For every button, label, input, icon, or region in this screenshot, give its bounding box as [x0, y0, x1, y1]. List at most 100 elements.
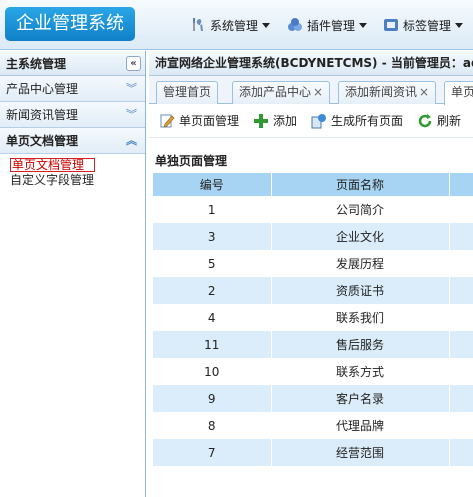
cell-id: 10 [153, 358, 272, 385]
cell-id: 3 [153, 223, 272, 250]
breadcrumb: 沛宣网络企业管理系统(BCDYNETCMS) - 当前管理员：admin [149, 51, 473, 76]
sidebar-group-label: 单页文档管理 [6, 134, 79, 148]
cell-extra [449, 223, 473, 250]
caret-down-icon [262, 22, 271, 28]
menu-plugin-label: 插件管理 [307, 18, 356, 33]
cell-id: 4 [153, 304, 272, 331]
sidebar-subitems: 单页文档管理 自定义字段管理 [0, 154, 145, 190]
cell-page-name[interactable]: 代理品牌 [271, 412, 450, 439]
sidebar-item-custom-fields[interactable]: 自定义字段管理 [10, 172, 145, 190]
sidebar: 主系统管理 « 产品中心管理 ︾ 新闻资讯管理 ︾ 单页文档管理 ︽ 单页文档管… [0, 51, 146, 497]
table-row[interactable]: 11 售后服务 [153, 331, 473, 358]
cell-extra [449, 196, 473, 223]
sidebar-group-news[interactable]: 新闻资讯管理 ︾ [0, 102, 145, 128]
cell-page-name[interactable]: 联系我们 [271, 304, 450, 331]
edit-page-icon [160, 114, 175, 127]
main-panel: 沛宣网络企业管理系统(BCDYNETCMS) - 当前管理员：admin 管理首… [149, 51, 473, 497]
section-title: 单独页面管理 [155, 154, 228, 168]
close-icon[interactable]: × [419, 85, 429, 99]
sidebar-group-single-pages[interactable]: 单页文档管理 ︽ [0, 128, 145, 154]
table-row[interactable]: 9 客户名录 [153, 385, 473, 412]
cell-extra [449, 412, 473, 439]
table-row[interactable]: 5 发展历程 [153, 250, 473, 277]
sidebar-item-single-page-docs[interactable]: 单页文档管理 [10, 158, 96, 172]
generate-icon [311, 113, 327, 128]
cell-page-name[interactable]: 售后服务 [271, 331, 450, 358]
top-header: 企业管理系统 系统管理 插件管理 标签管理 [0, 0, 473, 50]
chevron-double-down-icon: ︾ [126, 107, 137, 121]
caret-down-icon [455, 22, 464, 28]
add-button[interactable]: 添加 [253, 112, 297, 129]
table-row[interactable]: 10 联系方式 [153, 358, 473, 385]
sidebar-group-label: 产品中心管理 [6, 82, 79, 96]
cell-page-name[interactable]: 联系方式 [271, 358, 450, 385]
table-row[interactable]: 3 企业文化 [153, 223, 473, 250]
tab-add-product[interactable]: 添加产品中心 × [232, 81, 331, 104]
page-manage-label: 单页面管理 [179, 114, 240, 128]
tab-bar: 管理首页 添加产品中心 × 添加新闻资讯 × 单页 [149, 76, 473, 105]
cell-extra [449, 358, 473, 385]
cell-page-name[interactable]: 企业文化 [271, 223, 450, 250]
menu-plugin[interactable]: 插件管理 [287, 15, 368, 35]
cell-page-name[interactable]: 经营范围 [271, 439, 450, 466]
tab-single-page[interactable]: 单页 [444, 81, 473, 105]
menu-system[interactable]: 系统管理 [190, 15, 271, 35]
plus-icon [254, 113, 269, 128]
cell-id: 2 [153, 277, 272, 304]
cell-extra [449, 277, 473, 304]
tab-label: 添加新闻资讯 [345, 85, 418, 99]
cell-id: 7 [153, 439, 272, 466]
chevron-double-down-icon: ︾ [126, 81, 137, 95]
caret-down-icon [359, 22, 368, 28]
cell-page-name[interactable]: 公司简介 [271, 196, 450, 223]
tab-add-news[interactable]: 添加新闻资讯 × [338, 81, 437, 104]
refresh-icon [418, 113, 432, 127]
sidebar-title-bar: 主系统管理 « [0, 51, 145, 76]
wrench-icon [193, 18, 203, 31]
toolbar: 单页面管理 添加 生成所有页面 刷新 [149, 104, 473, 138]
table-header-row: 编号 页面名称 [153, 173, 473, 196]
cell-id: 11 [153, 331, 272, 358]
cell-page-name[interactable]: 发展历程 [271, 250, 450, 277]
tag-icon [384, 19, 398, 31]
cell-extra [449, 439, 473, 466]
add-label: 添加 [273, 114, 298, 128]
pages-table: 编号 页面名称 1 公司简介 3 企业文化 5 发展历程 2 资质证书 4 联系我们 11… [153, 173, 473, 466]
table-row[interactable]: 7 经营范围 [153, 439, 473, 466]
puzzle-icon [288, 18, 302, 31]
sidebar-group-label: 新闻资讯管理 [6, 108, 79, 122]
tab-label: 添加产品中心 [239, 85, 312, 99]
menu-tag-label: 标签管理 [403, 18, 452, 33]
sidebar-group-products[interactable]: 产品中心管理 ︾ [0, 76, 145, 102]
refresh-label: 刷新 [437, 114, 462, 128]
close-icon[interactable]: × [313, 85, 323, 99]
table-row[interactable]: 2 资质证书 [153, 277, 473, 304]
refresh-button[interactable]: 刷新 [417, 112, 461, 129]
header-extra [449, 173, 473, 196]
tab-label: 单页 [451, 85, 473, 99]
tab-home[interactable]: 管理首页 [156, 81, 219, 104]
table-row[interactable]: 8 代理品牌 [153, 412, 473, 439]
page-manage-button[interactable]: 单页面管理 [159, 112, 239, 129]
app-logo[interactable]: 企业管理系统 [5, 7, 135, 41]
cell-extra [449, 250, 473, 277]
menu-tag[interactable]: 标签管理 [383, 15, 464, 35]
cell-extra [449, 331, 473, 358]
cell-id: 8 [153, 412, 272, 439]
menu-system-label: 系统管理 [210, 18, 259, 33]
cell-page-name[interactable]: 资质证书 [271, 277, 450, 304]
tab-label: 管理首页 [163, 85, 212, 99]
chevron-double-up-icon: ︽ [126, 133, 137, 147]
cell-page-name[interactable]: 客户名录 [271, 385, 450, 412]
generate-all-button[interactable]: 生成所有页面 [311, 112, 403, 129]
sidebar-title: 主系统管理 [6, 56, 67, 71]
cell-id: 9 [153, 385, 272, 412]
table-row[interactable]: 1 公司简介 [153, 196, 473, 223]
header-id[interactable]: 编号 [153, 173, 272, 196]
table-row[interactable]: 4 联系我们 [153, 304, 473, 331]
collapse-sidebar-icon[interactable]: « [126, 55, 141, 71]
cell-id: 5 [153, 250, 272, 277]
header-page-name[interactable]: 页面名称 [271, 173, 450, 196]
cell-extra [449, 385, 473, 412]
cell-extra [449, 304, 473, 331]
